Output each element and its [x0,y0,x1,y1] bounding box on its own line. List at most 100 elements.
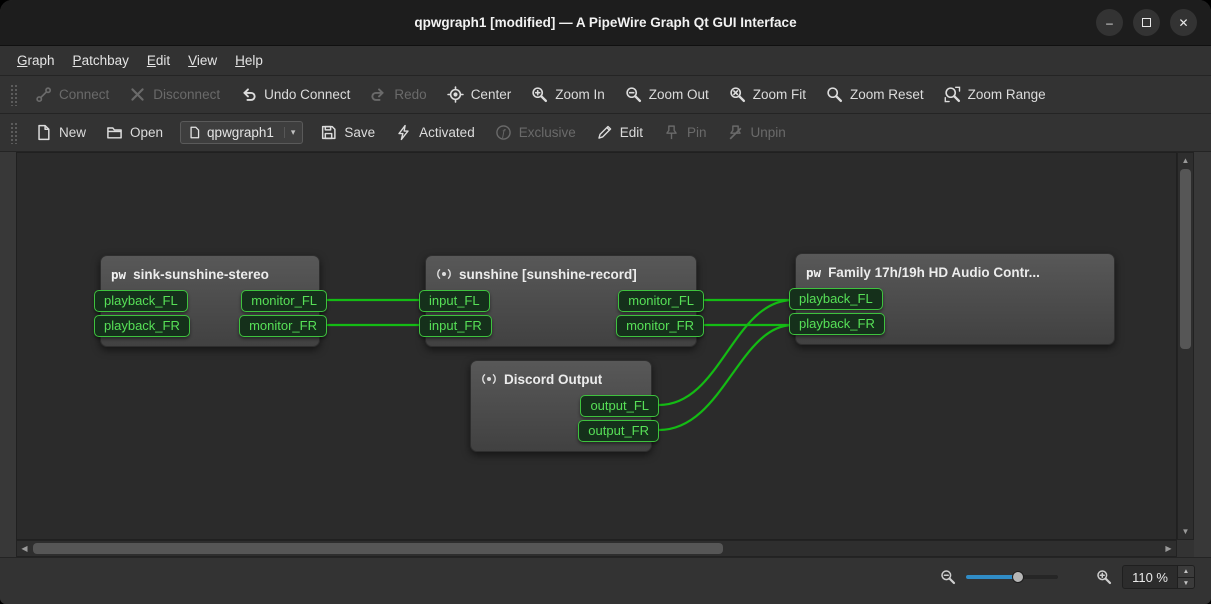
undo-connect-button[interactable]: Undo Connect [231,81,359,108]
app-window: qpwgraph1 [modified] — A PipeWire Graph … [0,0,1211,604]
open-button[interactable]: Open [97,119,172,146]
graph-node[interactable]: Discord Output output_FL output_FR [470,360,652,452]
minimize-icon: – [1106,17,1113,29]
zoom-out-icon [625,86,642,103]
disconnect-button[interactable]: Disconnect [120,81,229,108]
menu-patchbay[interactable]: Patchbay [64,49,138,72]
port-output[interactable]: monitor_FL [618,290,704,312]
menu-help[interactable]: Help [226,49,272,72]
save-button[interactable]: Save [311,119,384,146]
patchbay-combobox-value: qpwgraph1 [207,125,274,140]
unpin-button[interactable]: Unpin [718,119,795,146]
port-input[interactable]: playback_FR [94,315,190,337]
node-title: Discord Output [504,372,602,387]
zoom-slider[interactable] [966,570,1058,584]
zoom-fit-icon [729,86,746,103]
port-output[interactable]: monitor_FL [241,290,327,312]
menubar: Graph Patchbay Edit View Help [0,46,1211,76]
port-input[interactable]: playback_FR [789,313,885,335]
port-output[interactable]: output_FL [580,395,659,417]
node-title: sunshine [sunshine-record] [459,267,637,282]
toolbar-handle[interactable] [10,84,17,106]
node-header: Discord Output [471,361,651,391]
redo-icon [370,86,387,103]
port-output[interactable]: monitor_FR [616,315,704,337]
open-folder-icon [106,124,123,141]
unpin-icon [727,124,744,141]
node-title: Family 17h/19h HD Audio Contr... [828,265,1040,280]
menu-graph[interactable]: Graph [8,49,64,72]
toolbar-handle[interactable] [10,122,17,144]
zoom-in-icon [1096,569,1112,585]
graph-canvas[interactable]: pw sink-sunshine-stereo playback_FL play… [16,152,1177,540]
pin-icon [663,124,680,141]
zoom-range-button[interactable]: Zoom Range [935,81,1055,108]
connect-icon [35,86,52,103]
zoom-reset-button[interactable]: Zoom Reset [817,81,933,108]
scroll-left-arrow[interactable]: ◀ [17,541,32,556]
minimize-button[interactable]: – [1096,9,1123,36]
zoom-reset-icon [826,86,843,103]
graph-node[interactable]: pw Family 17h/19h HD Audio Contr... play… [795,253,1115,345]
patchbay-file-icon [188,126,201,139]
window-title: qpwgraph1 [modified] — A PipeWire Graph … [414,15,796,30]
undo-icon [240,86,257,103]
record-icon [436,266,452,282]
edit-button[interactable]: Edit [587,119,652,146]
horizontal-scrollbar[interactable]: ◀ ▶ [16,540,1177,557]
disconnect-icon [129,86,146,103]
zoom-out-icon [940,569,956,585]
port-input[interactable]: input_FL [419,290,490,312]
scroll-down-arrow[interactable]: ▼ [1178,524,1193,539]
pin-button[interactable]: Pin [654,119,716,146]
zoom-fit-button[interactable]: Zoom Fit [720,81,815,108]
graph-node[interactable]: pw sink-sunshine-stereo playback_FL play… [100,255,320,347]
new-file-icon [35,124,52,141]
menu-edit[interactable]: Edit [138,49,179,72]
file-toolbar: New Open qpwgraph1 ▾ Save Activated ƒ Ex… [0,114,1211,152]
vertical-scroll-handle[interactable] [1180,169,1191,349]
close-button[interactable]: ✕ [1170,9,1197,36]
graph-node[interactable]: sunshine [sunshine-record] input_FL inpu… [425,255,697,347]
node-header: pw sink-sunshine-stereo [101,256,319,286]
node-header: sunshine [sunshine-record] [426,256,696,286]
horizontal-scroll-handle[interactable] [33,543,723,554]
chevron-down-icon: ▾ [284,127,296,138]
scrollbar-corner [1177,540,1194,557]
new-button[interactable]: New [26,119,95,146]
svg-text:ƒ: ƒ [500,128,506,139]
port-input[interactable]: input_FR [419,315,492,337]
activated-button[interactable]: Activated [386,119,484,146]
zoom-in-icon [531,86,548,103]
save-icon [320,124,337,141]
exclusive-button[interactable]: ƒ Exclusive [486,119,585,146]
redo-button[interactable]: Redo [361,81,435,108]
node-title: sink-sunshine-stereo [133,267,269,282]
lightning-icon [395,124,412,141]
port-output[interactable]: monitor_FR [239,315,327,337]
spin-down-button[interactable]: ▼ [1178,577,1194,588]
zoom-slider-fill [966,575,1017,579]
center-button[interactable]: Center [438,81,521,108]
close-icon: ✕ [1178,17,1188,29]
maximize-button[interactable] [1133,9,1160,36]
zoom-spinbox[interactable]: 110 % ▲ ▼ [1122,565,1195,589]
menu-view[interactable]: View [179,49,226,72]
vertical-scrollbar[interactable]: ▲ ▼ [1177,152,1194,540]
connect-button[interactable]: Connect [26,81,118,108]
zoom-out-button[interactable]: Zoom Out [616,81,718,108]
pencil-icon [596,124,613,141]
node-header: pw Family 17h/19h HD Audio Contr... [796,254,1114,284]
patchbay-combobox[interactable]: qpwgraph1 ▾ [180,121,303,144]
spin-up-button[interactable]: ▲ [1178,566,1194,577]
titlebar[interactable]: qpwgraph1 [modified] — A PipeWire Graph … [0,0,1211,46]
window-controls: – ✕ [1096,0,1197,45]
zoom-value[interactable]: 110 % [1123,566,1177,588]
port-input[interactable]: playback_FL [94,290,188,312]
scroll-up-arrow[interactable]: ▲ [1178,153,1193,168]
zoom-slider-handle[interactable] [1012,571,1024,583]
port-output[interactable]: output_FR [578,420,659,442]
port-input[interactable]: playback_FL [789,288,883,310]
scroll-right-arrow[interactable]: ▶ [1161,541,1176,556]
zoom-in-button[interactable]: Zoom In [522,81,614,108]
